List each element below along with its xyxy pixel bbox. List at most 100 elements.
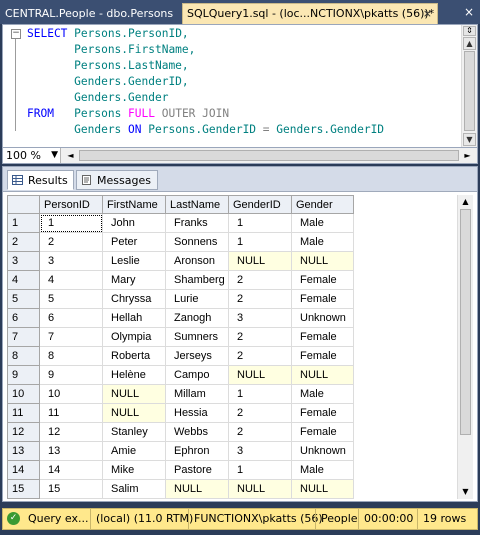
table-cell[interactable]: 12 [39, 422, 103, 442]
table-row[interactable]: 6 6 Hellah Zanogh 3 Unknown [7, 308, 354, 328]
row-header[interactable]: 11 [7, 403, 40, 423]
table-cell[interactable]: Pastore [165, 460, 229, 480]
table-cell[interactable]: Female [291, 422, 354, 442]
table-cell[interactable]: 2 [228, 422, 292, 442]
column-header[interactable]: PersonID [39, 195, 103, 214]
table-cell[interactable]: NULL [102, 403, 166, 423]
table-row[interactable]: 8 8 Roberta Jerseys 2 Female [7, 346, 354, 366]
row-header[interactable]: 13 [7, 441, 40, 461]
code-line[interactable]: Persons.FirstName, [27, 42, 384, 58]
table-cell[interactable]: Female [291, 346, 354, 366]
code-line[interactable]: Genders ON Persons.GenderID = Genders.Ge… [27, 122, 384, 138]
editor-vertical-scrollbar[interactable]: ⇕ ▲ ▼ [461, 25, 477, 147]
table-cell[interactable]: Male [291, 232, 354, 252]
table-cell[interactable]: Stanley [102, 422, 166, 442]
split-icon[interactable]: ⇕ [463, 26, 476, 36]
close-tab-icon[interactable]: × [423, 4, 432, 24]
table-row[interactable]: 15 15 Salim NULL NULL NULL [7, 479, 354, 499]
table-cell[interactable]: Salim [102, 479, 166, 499]
table-cell[interactable]: 7 [39, 327, 103, 347]
table-cell[interactable]: Helène [102, 365, 166, 385]
code-line[interactable]: Genders.Gender [27, 90, 384, 106]
table-cell[interactable]: 2 [228, 346, 292, 366]
table-cell[interactable]: Mike [102, 460, 166, 480]
grid-corner[interactable] [7, 195, 40, 214]
table-cell[interactable]: Zanogh [165, 308, 229, 328]
table-row[interactable]: 10 10 NULL Millam 1 Male [7, 384, 354, 404]
table-cell[interactable]: Male [291, 460, 354, 480]
table-row[interactable]: 14 14 Mike Pastore 1 Male [7, 460, 354, 480]
row-header[interactable]: 5 [7, 289, 40, 309]
table-cell[interactable]: Olympia [102, 327, 166, 347]
table-cell[interactable]: Male [291, 384, 354, 404]
table-cell[interactable]: 3 [39, 251, 103, 271]
table-row[interactable]: 9 9 Helène Campo NULL NULL [7, 365, 354, 385]
close-window-icon[interactable]: × [464, 5, 474, 19]
table-cell[interactable]: Lurie [165, 289, 229, 309]
table-cell[interactable]: Hellah [102, 308, 166, 328]
table-cell[interactable]: 3 [228, 441, 292, 461]
scroll-down-icon[interactable]: ▼ [459, 485, 472, 498]
table-cell[interactable]: Campo [165, 365, 229, 385]
table-cell[interactable]: Peter [102, 232, 166, 252]
table-cell[interactable]: Amie [102, 441, 166, 461]
table-cell[interactable]: Roberta [102, 346, 166, 366]
row-header[interactable]: 12 [7, 422, 40, 442]
column-header[interactable]: GenderID [228, 195, 292, 214]
column-header[interactable]: LastName [165, 195, 229, 214]
table-cell[interactable]: Leslie [102, 251, 166, 271]
table-cell[interactable]: 2 [228, 327, 292, 347]
results-scroll-thumb[interactable] [460, 209, 471, 435]
sql-editor[interactable]: − SELECT Persons.PersonID, Persons.First… [2, 24, 478, 148]
table-cell[interactable]: NULL [291, 251, 354, 271]
table-cell[interactable]: 2 [39, 232, 103, 252]
table-cell[interactable]: 1 [228, 213, 292, 233]
editor-hscroll-thumb[interactable] [79, 150, 459, 161]
table-cell[interactable]: NULL [228, 479, 292, 499]
table-cell[interactable]: NULL [291, 365, 354, 385]
table-cell[interactable]: NULL [228, 251, 292, 271]
collapse-icon[interactable]: − [11, 29, 21, 39]
scroll-right-icon[interactable]: ► [461, 149, 474, 162]
table-cell[interactable]: 2 [228, 289, 292, 309]
zoom-select[interactable]: 100 % ▼ [3, 148, 61, 163]
table-cell[interactable]: 1 [228, 384, 292, 404]
table-row[interactable]: 3 3 Leslie Aronson NULL NULL [7, 251, 354, 271]
row-header[interactable]: 9 [7, 365, 40, 385]
table-row[interactable]: 13 13 Amie Ephron 3 Unknown [7, 441, 354, 461]
code-line[interactable]: FROM Persons FULL OUTER JOIN [27, 106, 384, 122]
table-cell[interactable]: Aronson [165, 251, 229, 271]
table-cell[interactable]: Unknown [291, 308, 354, 328]
column-header[interactable]: FirstName [102, 195, 166, 214]
table-cell[interactable]: 1 [228, 460, 292, 480]
table-cell[interactable]: 11 [39, 403, 103, 423]
table-cell[interactable]: Sumners [165, 327, 229, 347]
table-cell[interactable]: NULL [228, 365, 292, 385]
table-cell[interactable]: Shamberg [165, 270, 229, 290]
row-header[interactable]: 7 [7, 327, 40, 347]
table-cell[interactable]: Female [291, 327, 354, 347]
table-row[interactable]: 7 7 Olympia Sumners 2 Female [7, 327, 354, 347]
results-vertical-scrollbar[interactable]: ▲ ▼ [457, 195, 473, 499]
table-cell[interactable]: 2 [228, 270, 292, 290]
row-header[interactable]: 10 [7, 384, 40, 404]
table-cell[interactable]: Franks [165, 213, 229, 233]
table-row[interactable]: 4 4 Mary Shamberg 2 Female [7, 270, 354, 290]
table-cell[interactable]: NULL [291, 479, 354, 499]
table-cell[interactable]: 5 [39, 289, 103, 309]
row-header[interactable]: 6 [7, 308, 40, 328]
table-cell[interactable]: 1 [39, 213, 103, 233]
table-cell[interactable]: Chryssa [102, 289, 166, 309]
table-cell[interactable]: Mary [102, 270, 166, 290]
table-row[interactable]: 5 5 Chryssa Lurie 2 Female [7, 289, 354, 309]
table-cell[interactable]: 9 [39, 365, 103, 385]
table-cell[interactable]: 15 [39, 479, 103, 499]
scroll-left-icon[interactable]: ◄ [64, 149, 77, 162]
table-cell[interactable]: Female [291, 403, 354, 423]
table-cell[interactable]: Ephron [165, 441, 229, 461]
row-header[interactable]: 15 [7, 479, 40, 499]
table-cell[interactable]: 14 [39, 460, 103, 480]
code-line[interactable]: SELECT Persons.PersonID, [27, 26, 384, 42]
code-text[interactable]: SELECT Persons.PersonID, Persons.FirstNa… [27, 26, 384, 138]
table-cell[interactable]: Sonnens [165, 232, 229, 252]
